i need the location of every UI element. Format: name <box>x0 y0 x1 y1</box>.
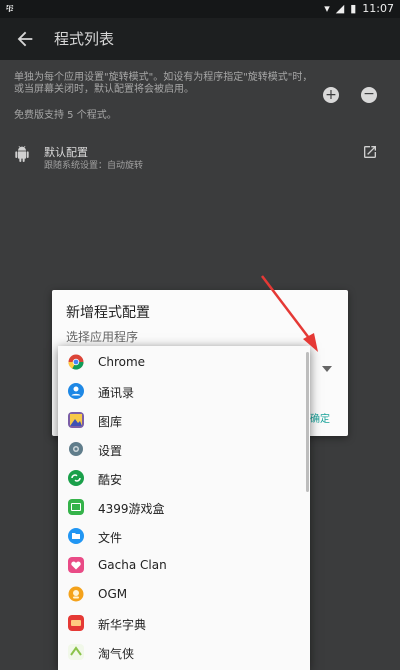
list-item-chrome[interactable]: Chrome <box>58 348 310 377</box>
app-label: Chrome <box>98 355 146 369</box>
status-bar: ቹ ▾ ◢ ▮ 11:07 <box>0 0 400 18</box>
app-label: 酷安 <box>98 473 123 487</box>
dropdown-scrollbar[interactable] <box>306 352 309 492</box>
dialog-title: 新增程式配置 <box>66 305 150 321</box>
default-config-subtitle: 跟随系统设置：自动旋转 <box>44 161 144 171</box>
app-label: 淘气侠 <box>98 647 135 661</box>
app-dropdown-list[interactable]: Chrome 通讯录 图库 设置 酷安 4399游戏盒 文件 Gacha Cla… <box>58 346 310 670</box>
list-item-coolapk[interactable]: 酷安 <box>58 464 310 493</box>
app-label: 文件 <box>98 531 123 545</box>
open-external-icon[interactable] <box>362 144 378 160</box>
list-item-contacts[interactable]: 通讯录 <box>58 377 310 406</box>
status-time: 11:07 <box>362 2 394 15</box>
android-icon <box>15 146 29 162</box>
free-limit-text: 免费版支持 5 个程式。 <box>14 110 117 121</box>
list-item-ogm[interactable]: OGM <box>58 580 310 609</box>
info-text: 单独为每个应用设置"旋转模式"。如设有为程序指定"旋转模式"时，或当屏幕关闭时，… <box>14 72 313 95</box>
coolapk-icon <box>68 470 84 486</box>
app-label: Gacha Clan <box>98 558 167 572</box>
list-item-dictionary[interactable]: 新华字典 <box>58 609 310 638</box>
app-label: 新华字典 <box>98 618 147 632</box>
app-label: 图库 <box>98 415 123 429</box>
add-button[interactable]: + <box>323 87 339 103</box>
list-item-files[interactable]: 文件 <box>58 522 310 551</box>
remove-button[interactable]: − <box>361 87 377 103</box>
default-config-row[interactable]: 默认配置 跟随系统设置：自动旋转 <box>0 138 400 178</box>
dialog-subtitle: 选择应用程序 <box>66 330 139 344</box>
taoqixia-icon <box>68 644 84 660</box>
app-label: 通讯录 <box>98 386 135 400</box>
list-item-gallery[interactable]: 图库 <box>58 406 310 435</box>
app-bar: 程式列表 <box>0 18 400 60</box>
dropdown-arrow-icon[interactable] <box>322 366 332 372</box>
4399-icon <box>68 499 84 515</box>
app-label: 设置 <box>98 444 123 458</box>
files-icon <box>68 528 84 544</box>
dictionary-icon <box>68 615 84 631</box>
list-item-gacha-clan[interactable]: Gacha Clan <box>58 551 310 580</box>
app-label: OGM <box>98 587 128 601</box>
cat-icon: ቹ <box>6 2 14 15</box>
list-item-taoqixia[interactable]: 淘气侠 <box>58 638 310 667</box>
gacha-icon <box>68 557 84 573</box>
back-arrow-icon[interactable] <box>14 28 36 50</box>
page-title: 程式列表 <box>54 30 115 48</box>
signal-icon: ◢ <box>335 2 345 15</box>
list-item-4399[interactable]: 4399游戏盒 <box>58 493 310 522</box>
confirm-button[interactable]: 确定 <box>310 410 330 425</box>
app-label: 4399游戏盒 <box>98 502 165 516</box>
wifi-icon: ▾ <box>324 2 330 15</box>
contacts-icon <box>68 383 84 399</box>
settings-icon <box>69 442 83 456</box>
battery-icon: ▮ <box>350 2 357 15</box>
list-item-settings[interactable]: 设置 <box>58 435 310 464</box>
chrome-icon <box>68 354 84 370</box>
gallery-icon <box>68 412 84 428</box>
ogm-icon <box>68 586 84 602</box>
